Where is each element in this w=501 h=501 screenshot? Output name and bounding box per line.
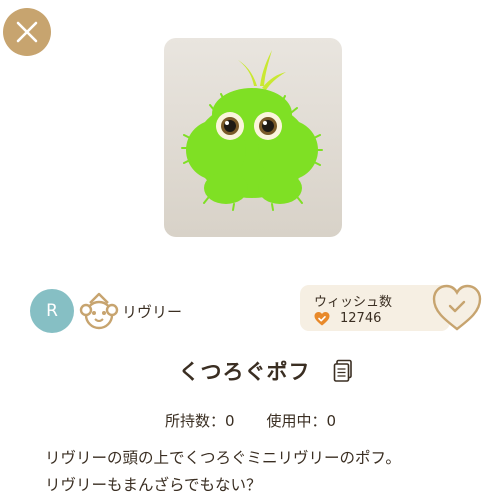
- close-button[interactable]: [3, 8, 51, 56]
- avatar[interactable]: R: [30, 289, 74, 333]
- owner-name: リヴリー: [122, 302, 183, 321]
- heart-icon: [314, 312, 330, 326]
- wish-count-box: ウィッシュ数 12746: [300, 285, 450, 331]
- description-line: リヴリーもまんざらでもない？: [45, 476, 262, 494]
- item-title: くつろぐポフ: [178, 360, 311, 384]
- fuzzy-creature-illustration: [181, 50, 323, 211]
- character-icon: [79, 292, 119, 330]
- item-title-row: くつろぐポフ: [0, 356, 501, 386]
- close-icon: [16, 21, 38, 43]
- copy-icon[interactable]: [333, 359, 353, 383]
- item-description: リヴリーの頭の上でくつろぐミニリヴリーのポフ。 リヴリーもまんざらでもない？: [45, 445, 485, 499]
- in-use-count: 使用中：0: [266, 412, 337, 430]
- item-image: [164, 38, 342, 237]
- wish-label: ウィッシュ数: [314, 295, 393, 310]
- owner-info[interactable]: R リヴリー: [30, 286, 182, 336]
- description-line: リヴリーの頭の上でくつろぐミニリヴリーのポフ。: [45, 449, 401, 467]
- item-stats: 所持数：0 使用中：0: [0, 410, 501, 431]
- wish-count: 12746: [340, 311, 382, 326]
- avatar-letter: R: [46, 301, 58, 321]
- owned-count: 所持数：0: [164, 412, 235, 430]
- wish-heart-button[interactable]: [431, 282, 483, 334]
